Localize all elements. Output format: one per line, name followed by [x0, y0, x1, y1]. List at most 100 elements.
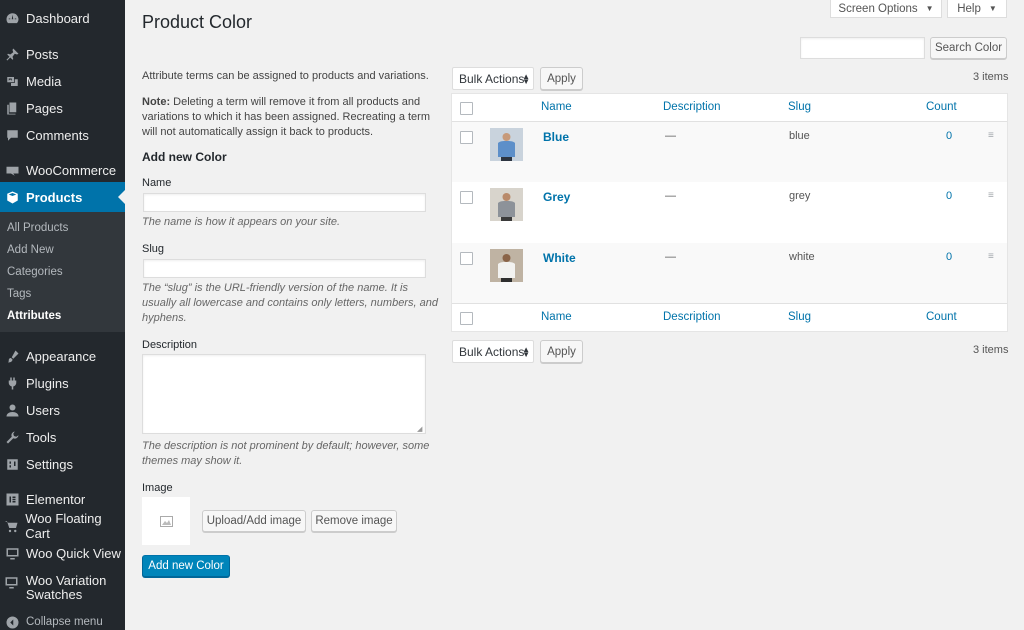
menu-woo-floating-cart[interactable]: Woo Floating Cart — [0, 511, 125, 541]
person-photo-icon — [490, 188, 523, 221]
plug-icon — [4, 375, 20, 391]
caret-down-icon: ▼ — [925, 4, 934, 13]
slug-label: Slug — [142, 243, 165, 255]
term-name-link[interactable]: White — [543, 251, 576, 265]
description-label: Description — [142, 339, 198, 351]
menu-pages[interactable]: Pages — [0, 93, 125, 123]
menu-media-label: Media — [26, 73, 62, 89]
intro-text: Attribute terms can be assigned to produ… — [142, 70, 429, 82]
menu-separator — [0, 34, 125, 35]
screen-options-button[interactable]: Screen Options ▼ — [830, 0, 942, 18]
row-checkbox[interactable] — [460, 252, 473, 265]
select-arrows-icon: ▲ ▼ — [522, 71, 530, 86]
menu-woocommerce[interactable]: WooCommerce — [0, 155, 125, 185]
footer-divider — [452, 303, 1007, 304]
menu-appearance-label: Appearance — [26, 348, 97, 364]
menu-elementor-label: Elementor — [26, 491, 86, 507]
table-row: Grey — grey 0 ≡ — [452, 182, 1007, 243]
menu-comments[interactable]: Comments — [0, 120, 125, 150]
term-count-link[interactable]: 0 — [946, 130, 952, 142]
name-description: The name is how it appears on your site. — [142, 216, 341, 228]
menu-woo-variation-swatches[interactable]: Woo Variation Swatches — [0, 573, 125, 607]
select-arrows-icon: ▲ ▼ — [522, 344, 530, 359]
menu-woo-floating-cart-label: Woo Floating Cart — [25, 511, 102, 541]
submenu-all-products[interactable]: All Products — [7, 222, 68, 234]
slug-input[interactable] — [143, 259, 426, 278]
shirt-shape — [498, 262, 515, 278]
description-textarea[interactable] — [142, 354, 426, 434]
menu-plugins[interactable]: Plugins — [0, 368, 125, 398]
resize-handle-icon[interactable]: ◢ — [417, 425, 422, 433]
user-icon — [4, 402, 20, 418]
column-name[interactable]: Name — [541, 101, 572, 113]
term-count-link[interactable]: 0 — [946, 251, 952, 263]
table-row: Blue — blue 0 ≡ — [452, 122, 1007, 182]
comments-icon — [4, 127, 20, 143]
name-label: Name — [142, 177, 172, 189]
column-slug[interactable]: Slug — [788, 101, 811, 113]
add-new-color-button[interactable]: Add new Color — [142, 555, 230, 577]
menu-tools[interactable]: Tools — [0, 422, 125, 452]
upload-image-button[interactable]: Upload/Add image — [202, 510, 306, 532]
row-checkbox[interactable] — [460, 131, 473, 144]
menu-media[interactable]: Media — [0, 66, 125, 96]
drag-handle-icon[interactable]: ≡ — [988, 130, 994, 141]
bulk-actions-label: Bulk Actions — [459, 344, 525, 359]
term-count-link[interactable]: 0 — [946, 190, 952, 202]
note-text: Note: Deleting a term will remove it fro… — [142, 95, 432, 140]
menu-products[interactable]: Products — [0, 182, 125, 212]
menu-dashboard[interactable]: Dashboard — [0, 3, 125, 33]
column-slug-footer[interactable]: Slug — [788, 311, 811, 323]
items-count-top: 3 items — [973, 71, 1009, 83]
help-label: Help — [957, 2, 981, 15]
submenu-categories[interactable]: Categories — [7, 266, 63, 278]
dashboard-icon — [4, 10, 20, 26]
menu-woo-quick-view-label: Woo Quick View — [26, 545, 121, 561]
menu-users[interactable]: Users — [0, 395, 125, 425]
column-name-footer[interactable]: Name — [541, 311, 572, 323]
menu-settings[interactable]: Settings — [0, 449, 125, 479]
apply-button-bottom[interactable]: Apply — [540, 340, 583, 363]
bulk-actions-select-bottom[interactable]: Bulk Actions ▲ ▼ — [452, 340, 534, 363]
submenu-tags[interactable]: Tags — [7, 288, 31, 300]
pin-icon — [4, 46, 20, 62]
menu-pages-label: Pages — [26, 100, 63, 116]
remove-image-button[interactable]: Remove image — [311, 510, 397, 532]
brush-icon — [4, 348, 20, 364]
shirt-shape — [498, 141, 515, 157]
term-description: — — [665, 251, 676, 263]
slug-description: The “slug” is the URL-friendly version o… — [142, 282, 438, 324]
column-count-footer[interactable]: Count — [926, 311, 957, 323]
help-button[interactable]: Help ▼ — [947, 0, 1007, 18]
apply-button-top[interactable]: Apply — [540, 67, 583, 90]
menu-settings-label: Settings — [26, 456, 73, 472]
menu-posts[interactable]: Posts — [0, 39, 125, 69]
items-count-bottom: 3 items — [973, 344, 1009, 356]
search-color-button[interactable]: Search Color — [930, 37, 1007, 59]
row-checkbox[interactable] — [460, 191, 473, 204]
column-description-footer[interactable]: Description — [663, 311, 721, 323]
select-all-checkbox-footer[interactable] — [460, 312, 473, 325]
menu-woo-quick-view[interactable]: Woo Quick View — [0, 538, 125, 568]
term-name-link[interactable]: Grey — [543, 190, 570, 204]
monitor-icon — [4, 545, 20, 561]
column-description[interactable]: Description — [663, 101, 721, 113]
submenu-attributes[interactable]: Attributes — [7, 310, 61, 322]
menu-appearance[interactable]: Appearance — [0, 341, 125, 371]
column-count[interactable]: Count — [926, 101, 957, 113]
menu-elementor[interactable]: Elementor — [0, 484, 125, 514]
drag-handle-icon[interactable]: ≡ — [988, 251, 994, 262]
search-input[interactable] — [800, 37, 925, 59]
description-help: The description is not prominent by defa… — [142, 440, 430, 467]
term-name-link[interactable]: Blue — [543, 130, 569, 144]
collapse-menu-button[interactable]: Collapse menu — [0, 612, 125, 630]
term-thumbnail — [490, 188, 523, 221]
woocommerce-icon — [4, 162, 20, 178]
name-input[interactable] — [143, 193, 426, 212]
drag-handle-icon[interactable]: ≡ — [988, 190, 994, 201]
submenu-add-new[interactable]: Add New — [7, 244, 54, 256]
products-submenu: All Products Add New Categories Tags Att… — [0, 212, 125, 332]
select-all-checkbox[interactable] — [460, 102, 473, 115]
add-new-heading: Add new Color — [142, 150, 227, 164]
bulk-actions-select-top[interactable]: Bulk Actions ▲ ▼ — [452, 67, 534, 90]
